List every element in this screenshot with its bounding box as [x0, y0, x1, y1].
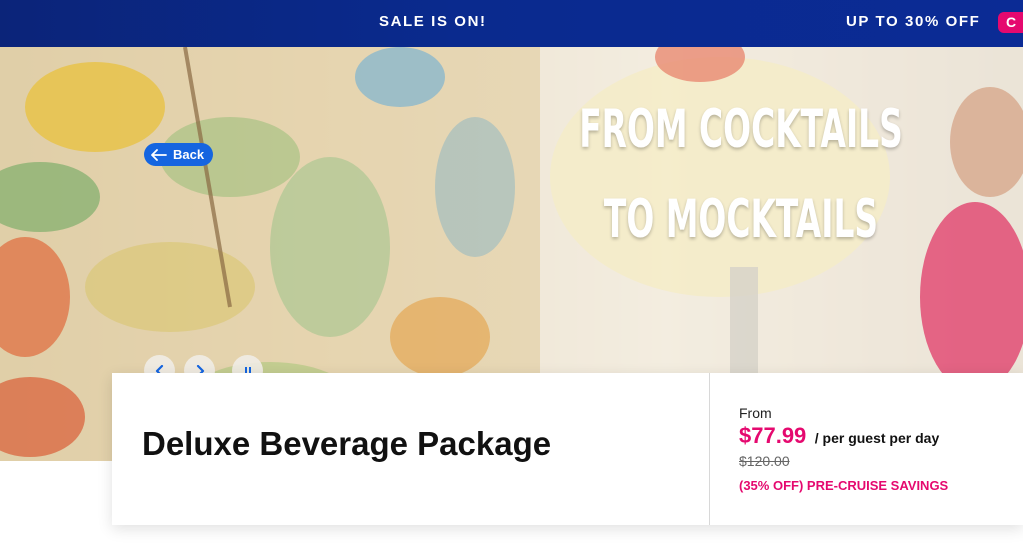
product-card: Deluxe Beverage Package From $77.99 / pe… [112, 373, 1023, 525]
savings-label: (35% OFF) PRE-CRUISE SAVINGS [739, 478, 949, 493]
back-button-label: Back [173, 147, 205, 162]
price-unit: / per guest per day [814, 430, 940, 446]
from-label: From [739, 405, 772, 421]
arrow-left-icon [151, 148, 167, 161]
hero-headline: FROM COCKTAILS TO MOCKTAILS [555, 85, 927, 265]
back-button[interactable]: Back [144, 143, 213, 166]
price-row: $77.99 / per guest per day [739, 423, 948, 449]
banner-sale-text: SALE IS ON! [379, 13, 487, 30]
price-box: From $77.99 / per guest per day $120.00 … [739, 405, 948, 493]
card-divider [709, 373, 710, 525]
hero-headline-line2: TO MOCKTAILS [603, 189, 879, 250]
product-title: Deluxe Beverage Package [142, 425, 552, 462]
hero-headline-line1: FROM COCKTAILS [579, 99, 903, 160]
original-price: $120.00 [739, 453, 790, 469]
promo-banner: SALE IS ON! UP TO 30% OFF C [0, 0, 1023, 47]
banner-offer-text: UP TO 30% OFF [846, 13, 981, 30]
banner-cta-button[interactable]: C [998, 12, 1023, 33]
current-price: $77.99 [739, 423, 807, 448]
